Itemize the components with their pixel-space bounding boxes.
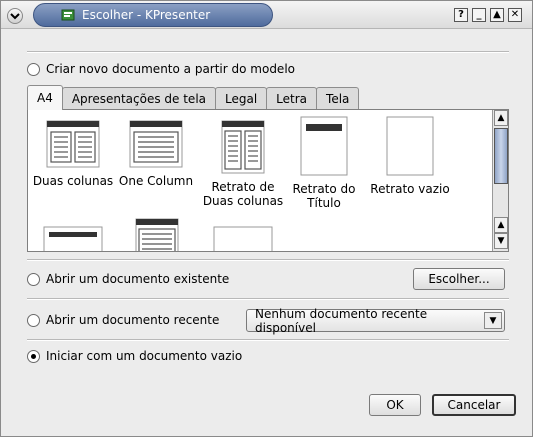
template-thumbnail-icon bbox=[135, 218, 179, 251]
option-open-existing[interactable]: Abrir um documento existente bbox=[27, 272, 229, 286]
radio-open-existing[interactable] bbox=[27, 272, 40, 286]
minimize-button[interactable]: _ bbox=[472, 8, 486, 22]
chevron-down-icon[interactable]: ▼ bbox=[484, 312, 502, 329]
cancel-button[interactable]: Cancelar bbox=[432, 394, 516, 416]
option-new-from-template-label: Criar novo documento a partir do modelo bbox=[46, 62, 295, 76]
template-thumbnail-icon bbox=[213, 226, 273, 251]
dialog-window: Escolher - KPresenter ? _ ▲ ✕ Criar novo… bbox=[0, 0, 533, 437]
template-scrollbar[interactable]: ▲ ▲ ▼ bbox=[492, 110, 508, 251]
radio-start-empty[interactable] bbox=[27, 349, 40, 363]
one-column-template-icon bbox=[129, 120, 183, 168]
separator bbox=[27, 51, 509, 53]
portrait-empty-template-icon bbox=[386, 116, 434, 176]
template-label: One Column bbox=[118, 174, 194, 188]
template-list: Duas colunas One Column Retrato de Duas … bbox=[27, 109, 509, 252]
kpresenter-icon bbox=[60, 7, 76, 23]
help-button[interactable]: ? bbox=[454, 8, 468, 22]
separator bbox=[27, 339, 509, 341]
template-label: Retrato vazio bbox=[370, 182, 450, 196]
recent-documents-combo[interactable]: Nenhum documento recente disponível ▼ bbox=[246, 306, 505, 335]
template-partial-3[interactable] bbox=[212, 226, 274, 251]
template-label: Duas colunas bbox=[32, 174, 114, 188]
option-open-existing-label: Abrir um documento existente bbox=[46, 272, 230, 286]
separator bbox=[27, 259, 509, 261]
close-button[interactable]: ✕ bbox=[508, 8, 522, 22]
option-open-recent[interactable]: Abrir um documento recente bbox=[27, 313, 219, 327]
window-title-pill: Escolher - KPresenter bbox=[33, 3, 273, 27]
template-duas-colunas[interactable]: Duas colunas bbox=[30, 120, 116, 188]
title-bar[interactable]: Escolher - KPresenter ? _ ▲ ✕ bbox=[1, 1, 532, 29]
maximize-button[interactable]: ▲ bbox=[490, 8, 504, 22]
template-retrato-do-titulo[interactable]: Retrato do Título bbox=[286, 116, 362, 210]
option-open-recent-label: Abrir um documento recente bbox=[46, 313, 220, 327]
ok-button[interactable]: OK bbox=[369, 394, 421, 416]
template-thumbnail-icon bbox=[43, 226, 103, 251]
recent-documents-value: Nenhum documento recente disponível bbox=[255, 306, 428, 335]
window-menu-button[interactable] bbox=[7, 8, 23, 24]
template-partial-2[interactable] bbox=[134, 218, 180, 251]
template-retrato-duas-colunas[interactable]: Retrato de Duas colunas bbox=[200, 120, 286, 208]
template-label: Retrato do Título bbox=[292, 182, 356, 210]
option-start-empty-label: Iniciar com um documento vazio bbox=[46, 349, 243, 363]
tab-a4[interactable]: A4 bbox=[27, 85, 63, 110]
scroll-up-button-bottom[interactable]: ▲ bbox=[494, 217, 508, 233]
two-columns-template-icon bbox=[46, 120, 100, 168]
tab-apresentacoes-de-tela[interactable]: Apresentações de tela bbox=[61, 87, 216, 110]
template-label: Retrato de Duas colunas bbox=[202, 180, 284, 208]
scroll-thumb[interactable] bbox=[494, 128, 508, 184]
tab-legal[interactable]: Legal bbox=[215, 87, 268, 110]
radio-open-recent[interactable] bbox=[27, 313, 40, 327]
tab-letra[interactable]: Letra bbox=[266, 87, 318, 110]
radio-new-from-template[interactable] bbox=[27, 62, 40, 76]
portrait-two-columns-template-icon bbox=[221, 120, 265, 174]
choose-file-button[interactable]: Escolher... bbox=[413, 268, 505, 290]
option-start-empty[interactable]: Iniciar com um documento vazio bbox=[27, 349, 242, 363]
scroll-up-button[interactable]: ▲ bbox=[494, 110, 508, 126]
scroll-down-button[interactable]: ▼ bbox=[494, 233, 508, 249]
portrait-title-template-icon bbox=[300, 116, 348, 176]
template-retrato-vazio[interactable]: Retrato vazio bbox=[370, 116, 450, 196]
template-tabs: A4 Apresentações de tela Legal Letra Tel… bbox=[27, 85, 360, 110]
window-title: Escolher - KPresenter bbox=[82, 8, 211, 22]
chevron-down-icon bbox=[10, 13, 20, 20]
template-partial-1[interactable] bbox=[42, 226, 104, 251]
template-one-column[interactable]: One Column bbox=[118, 120, 194, 188]
tab-tela[interactable]: Tela bbox=[316, 87, 360, 110]
separator bbox=[27, 298, 509, 300]
option-new-from-template[interactable]: Criar novo documento a partir do modelo bbox=[27, 62, 295, 76]
